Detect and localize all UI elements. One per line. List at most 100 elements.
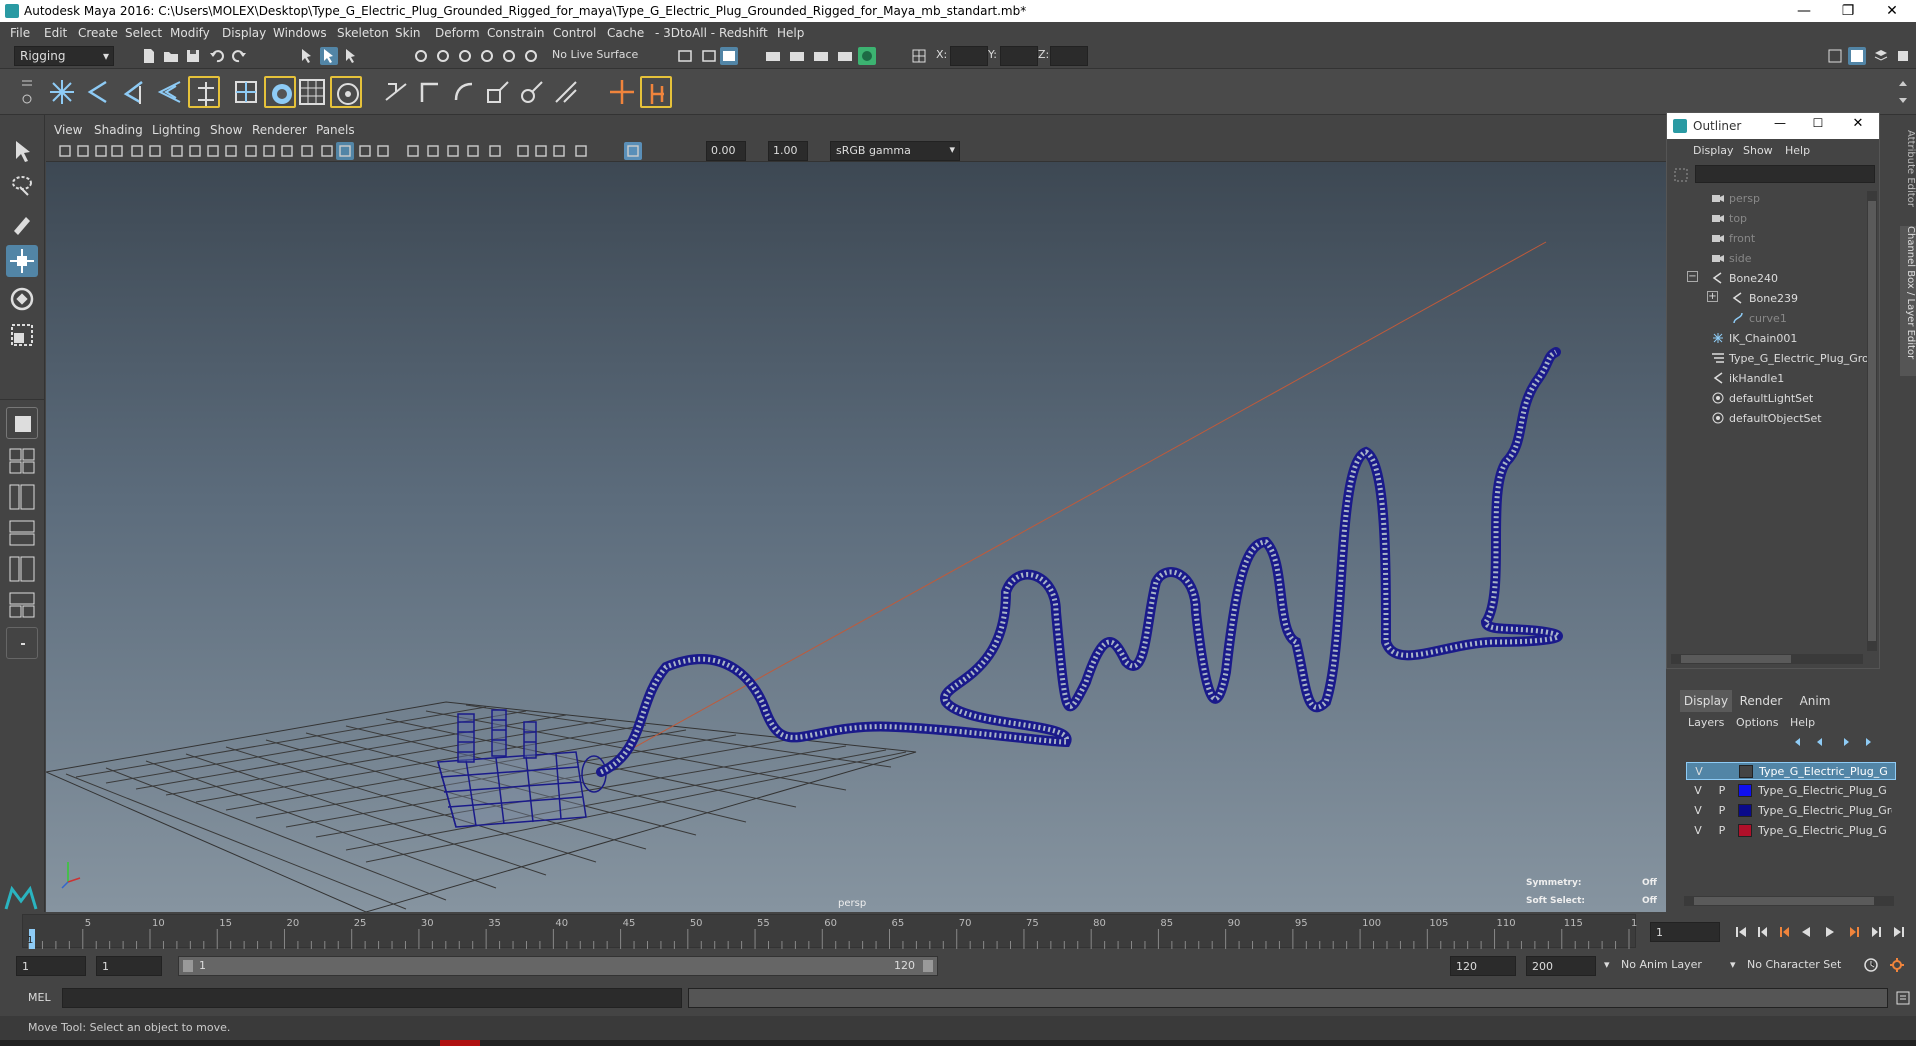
viewport-menu-panels[interactable]: Panels bbox=[316, 123, 355, 137]
menu-file[interactable]: File bbox=[10, 26, 30, 40]
exposure-icon[interactable] bbox=[550, 142, 568, 160]
menu-constrain[interactable]: Constrain bbox=[487, 26, 545, 40]
lasso-tool-icon[interactable] bbox=[6, 171, 38, 203]
film-gate-icon[interactable] bbox=[186, 142, 204, 160]
viewport-menu-shading[interactable]: Shading bbox=[94, 123, 143, 137]
menu-control[interactable]: Control bbox=[553, 26, 596, 40]
perspective-viewport[interactable]: persp Symmetry: Off Soft Select: Off bbox=[46, 162, 1666, 912]
auto-key-icon[interactable] bbox=[1862, 956, 1880, 974]
camera-attributes-icon[interactable] bbox=[74, 142, 92, 160]
ik-handle-tool-icon[interactable] bbox=[82, 76, 114, 108]
layer-row[interactable]: V P Type_G_Electric_Plug_G bbox=[1686, 782, 1896, 800]
layer-color-swatch[interactable] bbox=[1738, 804, 1752, 817]
create-character-icon[interactable] bbox=[640, 76, 672, 108]
smooth-shade-icon[interactable] bbox=[318, 142, 336, 160]
color-management-icon[interactable] bbox=[624, 142, 642, 160]
shelf-scroll-icon[interactable] bbox=[1896, 77, 1910, 107]
antialiasing-icon[interactable] bbox=[424, 142, 442, 160]
minimize-button[interactable]: — bbox=[1782, 0, 1826, 22]
rotate-tool-icon[interactable] bbox=[6, 283, 38, 315]
xray-joints-icon[interactable] bbox=[514, 142, 532, 160]
input-ops-icon[interactable] bbox=[676, 47, 694, 65]
command-input[interactable] bbox=[62, 988, 682, 1008]
grid-toggle-icon[interactable] bbox=[168, 142, 186, 160]
cluster-icon[interactable] bbox=[330, 76, 362, 108]
scale-tool-icon[interactable] bbox=[6, 319, 38, 351]
layer-playback-toggle[interactable]: P bbox=[1714, 804, 1730, 817]
layer-tab-display[interactable]: Display bbox=[1680, 690, 1732, 712]
hypershade-icon[interactable] bbox=[836, 47, 854, 65]
ambient-occlusion-icon[interactable] bbox=[404, 142, 422, 160]
select-camera-icon[interactable] bbox=[56, 142, 74, 160]
aim-constraint-icon[interactable] bbox=[516, 76, 548, 108]
resolution-gate-icon[interactable] bbox=[204, 142, 222, 160]
outliner-menu-display[interactable]: Display bbox=[1693, 144, 1734, 157]
outliner-search-input[interactable] bbox=[1695, 165, 1875, 183]
snap-vertex-icon[interactable] bbox=[522, 47, 540, 65]
construction-history-icon[interactable] bbox=[720, 47, 738, 65]
outliner-item[interactable]: defaultLightSet bbox=[1667, 389, 1867, 409]
viewport-menu-show[interactable]: Show bbox=[210, 123, 242, 137]
isolate-select-icon[interactable] bbox=[464, 142, 482, 160]
animation-prefs-icon[interactable] bbox=[1888, 956, 1906, 974]
outliner-item[interactable]: top bbox=[1667, 209, 1867, 229]
outliner-item[interactable]: − Bone240 bbox=[1667, 269, 1867, 289]
x-coord-field[interactable] bbox=[950, 46, 988, 66]
menu-help[interactable]: Help bbox=[777, 26, 804, 40]
animation-start-field[interactable]: 1 bbox=[16, 956, 86, 976]
layer-row[interactable]: V P Type_G_Electric_Plug_G bbox=[1686, 822, 1896, 840]
layer-menu-help[interactable]: Help bbox=[1790, 716, 1815, 729]
outliner-close-button[interactable]: ✕ bbox=[1841, 116, 1875, 131]
layer-row[interactable]: V P Type_G_Electric_Plug_Gro bbox=[1686, 802, 1896, 820]
layer-editor-toggle-icon[interactable] bbox=[1872, 47, 1890, 65]
menu-set-dropdown[interactable]: Rigging ▾ bbox=[14, 46, 114, 66]
xray-icon[interactable] bbox=[486, 142, 504, 160]
open-scene-icon[interactable] bbox=[162, 47, 180, 65]
persp-graph-layout-icon[interactable] bbox=[6, 517, 38, 549]
snap-point-icon[interactable] bbox=[456, 47, 474, 65]
time-slider-track[interactable]: 5 10 15 20 25 30 35 40 45 50 55 60 65 70 75 80 85 90 95 100… bbox=[22, 914, 1650, 949]
shadows-icon[interactable] bbox=[374, 142, 392, 160]
snap-curve-icon[interactable] bbox=[434, 47, 452, 65]
insert-joint-icon[interactable] bbox=[154, 76, 186, 108]
redo-icon[interactable] bbox=[230, 47, 248, 65]
grease-pencil-icon[interactable] bbox=[146, 142, 164, 160]
bind-skin-icon[interactable] bbox=[230, 76, 262, 108]
ipr-render-icon[interactable] bbox=[788, 47, 806, 65]
layer-tool-icons[interactable] bbox=[1792, 734, 1892, 750]
close-button[interactable]: ✕ bbox=[1870, 0, 1914, 22]
script-editor-icon[interactable] bbox=[1894, 989, 1912, 1007]
layer-color-swatch[interactable] bbox=[1739, 765, 1753, 778]
outliner-item[interactable]: curve1 bbox=[1667, 309, 1867, 329]
layer-row[interactable]: V Type_G_Electric_Plug_G bbox=[1686, 762, 1896, 780]
save-scene-icon[interactable] bbox=[184, 47, 202, 65]
menu-windows[interactable]: Windows bbox=[273, 26, 327, 40]
animation-end-field[interactable]: 200 bbox=[1526, 956, 1596, 976]
custom-layout-icon[interactable] bbox=[6, 589, 38, 621]
menu-select[interactable]: Select bbox=[125, 26, 162, 40]
restore-button[interactable]: ❐ bbox=[1826, 0, 1870, 22]
persp-outliner-layout-icon[interactable] bbox=[6, 481, 38, 513]
new-scene-icon[interactable] bbox=[140, 47, 158, 65]
single-perspective-layout-icon[interactable] bbox=[6, 407, 38, 439]
textured-icon[interactable] bbox=[336, 142, 354, 160]
shelf-menu-icon[interactable] bbox=[20, 77, 34, 107]
backface-icon[interactable] bbox=[532, 142, 550, 160]
menu-create[interactable]: Create bbox=[78, 26, 118, 40]
layer-visibility-toggle[interactable]: V bbox=[1691, 765, 1707, 778]
expand-toggle-icon[interactable]: + bbox=[1707, 291, 1718, 302]
lattice-icon[interactable] bbox=[296, 76, 328, 108]
layer-horizontal-scrollbar[interactable] bbox=[1684, 896, 1894, 906]
safe-title-icon[interactable] bbox=[278, 142, 296, 160]
outliner-minimize-button[interactable]: — bbox=[1763, 116, 1797, 130]
expand-toggle-icon[interactable]: − bbox=[1687, 271, 1698, 282]
outliner-horizontal-scrollbar[interactable] bbox=[1671, 654, 1863, 664]
layer-tab-anim[interactable]: Anim bbox=[1790, 690, 1840, 712]
outliner-filter-icon[interactable] bbox=[1673, 167, 1689, 183]
outliner-item[interactable]: + Bone239 bbox=[1667, 289, 1867, 309]
four-view-layout-icon[interactable] bbox=[6, 445, 38, 477]
menu-modify[interactable]: Modify bbox=[170, 26, 210, 40]
workspace-icon[interactable] bbox=[1826, 47, 1844, 65]
hypershade-layout-icon[interactable] bbox=[6, 553, 38, 585]
menu-skeleton[interactable]: Skeleton bbox=[337, 26, 389, 40]
